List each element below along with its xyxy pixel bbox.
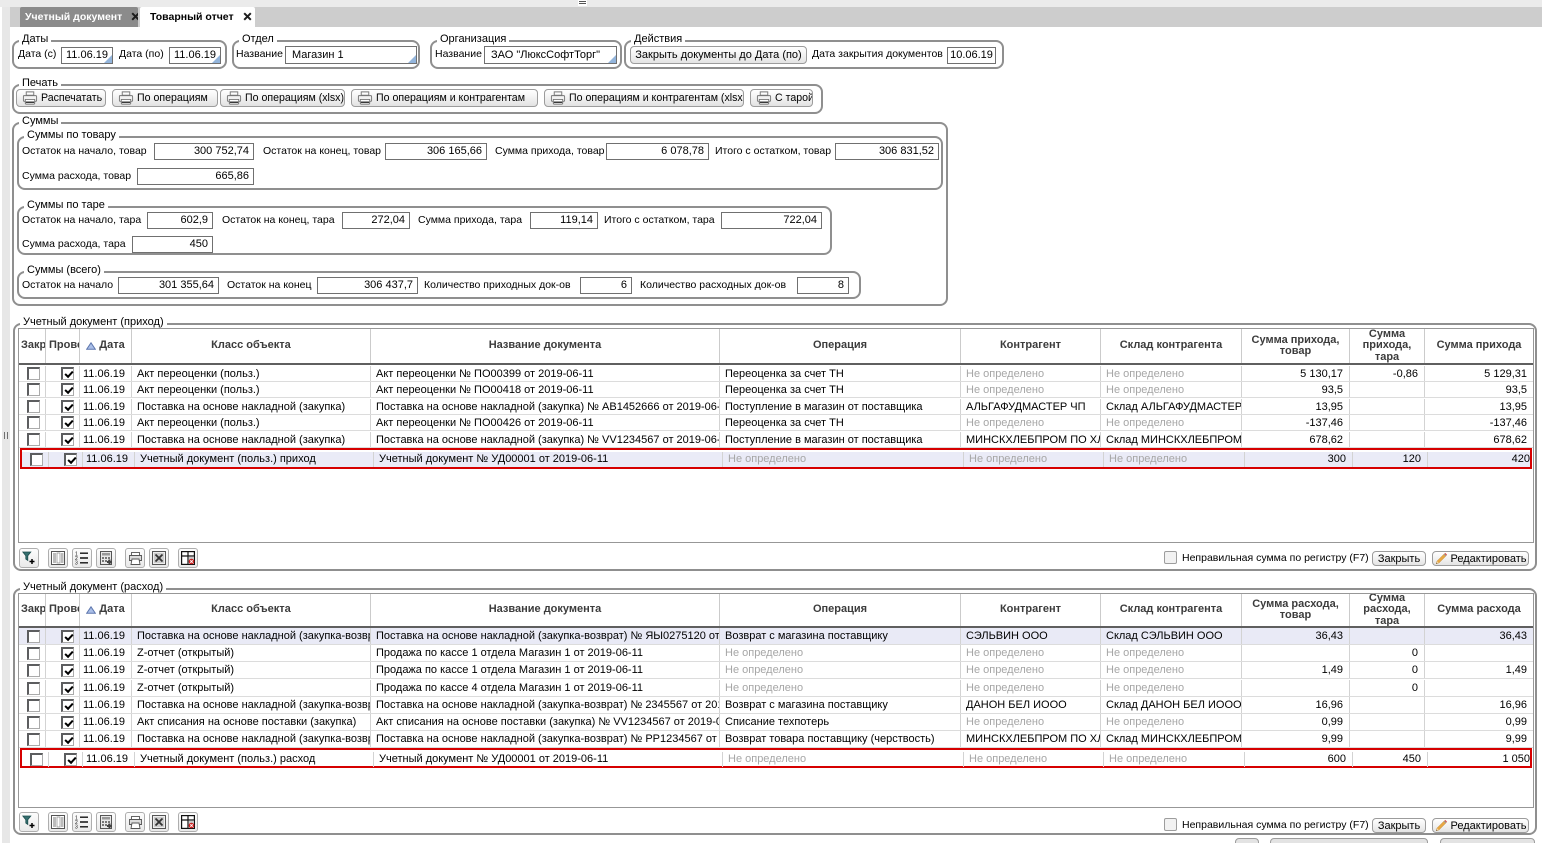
svg-text:3: 3 — [75, 825, 78, 830]
svg-text:3: 3 — [75, 561, 78, 566]
